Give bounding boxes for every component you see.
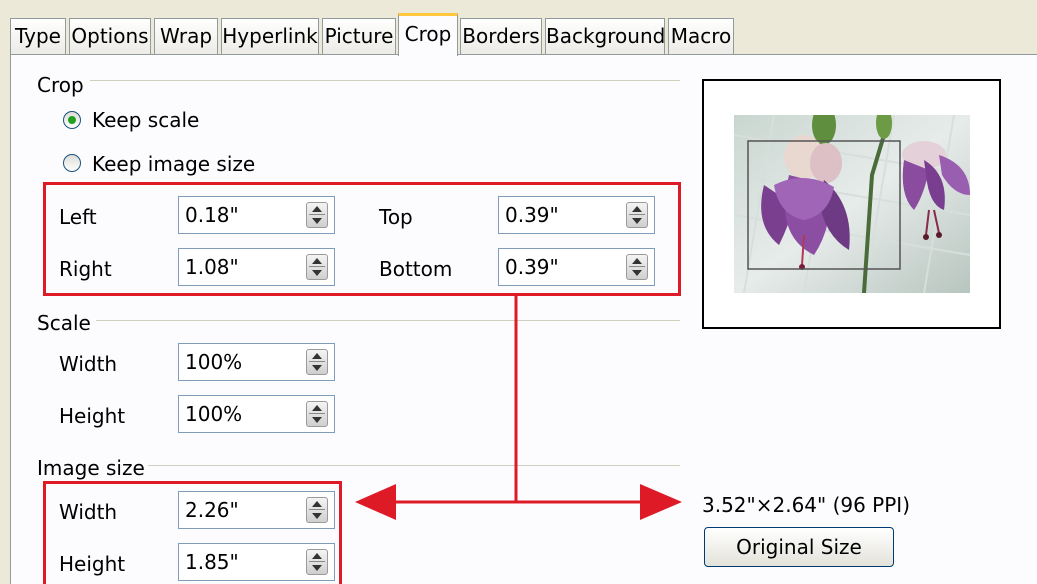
scale-height-label: Height [59,404,126,428]
tab-wrap[interactable]: Wrap [154,18,218,54]
keep-image-size-label: Keep image size [92,152,256,176]
spin-down-icon [312,417,322,423]
scale-width-value: 100% [185,350,243,374]
original-size-button[interactable]: Original Size [704,527,894,567]
scale-width-field[interactable]: 100% [178,343,335,381]
scale-width-spinner[interactable] [306,349,328,375]
scale-section-label: Scale [37,311,91,335]
flower-photo [734,115,970,293]
tab-options[interactable]: Options [69,18,151,54]
tab-bar: Type Options Wrap Hyperlink Picture Crop… [0,0,1037,56]
tab-type[interactable]: Type [10,18,66,54]
spin-up-icon [312,405,322,411]
image-size-section-label: Image size [37,456,145,480]
scale-separator [96,320,680,321]
crop-values-highlight [43,182,681,296]
tab-borders[interactable]: Borders [460,18,542,54]
tab-picture[interactable]: Picture [322,18,396,54]
crop-preview [702,79,1001,329]
image-size-separator [148,465,680,466]
image-size-highlight [43,481,342,584]
tab-hyperlink[interactable]: Hyperlink [221,18,319,54]
tab-macro[interactable]: Macro [668,18,734,54]
crop-section-label: Crop [37,73,84,97]
spin-up-icon [312,353,322,359]
scale-width-label: Width [59,352,118,376]
radio-selected-dot [68,116,76,124]
scale-height-field[interactable]: 100% [178,395,335,433]
keep-image-size-radio[interactable] [63,154,81,172]
scale-height-spinner[interactable] [306,401,328,427]
crop-separator [90,80,680,81]
keep-scale-label: Keep scale [92,108,200,132]
tab-crop[interactable]: Crop [398,13,458,56]
tab-background[interactable]: Background [545,18,665,54]
spin-down-icon [312,365,322,371]
original-size-info: 3.52"×2.64" (96 PPI) [702,493,911,517]
keep-scale-radio[interactable] [63,111,81,129]
scale-height-value: 100% [185,402,243,426]
